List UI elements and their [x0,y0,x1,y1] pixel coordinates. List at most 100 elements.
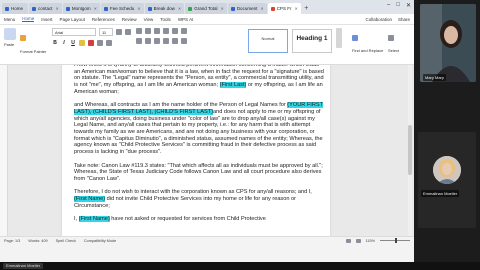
highlight-icon[interactable] [79,40,85,46]
web-layout-icon[interactable] [355,238,361,243]
bullets-icon[interactable] [136,28,142,34]
styles-more [336,28,342,53]
document-paragraph[interactable]: Take note: Canon Law #119.3 states: "Tha… [74,163,324,183]
line-spacing-icon[interactable] [172,38,178,44]
style-normal[interactable]: Normal [248,29,288,53]
status-bar: Page: 1/3 Words: 409 Spell Check Compati… [0,236,414,244]
justify-icon[interactable] [163,38,169,44]
tab-break-down[interactable]: Break dow ✕ [144,3,185,14]
paragraph-text: have not asked or requested for services… [109,216,266,223]
menu-tools[interactable]: Tools [160,17,171,22]
home-icon [5,6,9,11]
increase-indent-icon[interactable] [163,28,169,34]
doc-icon [65,6,70,11]
paste-label: Paste [4,42,15,47]
superscript-icon[interactable] [106,40,112,46]
menu-insert[interactable]: Insert [41,17,52,22]
paragraph-text: and does not apply to me or my offspring… [74,108,323,156]
share-button[interactable]: Share [398,17,410,22]
paragraph-text: Take note: Canon Law #119.3 states: "Tha… [74,162,323,182]
select-icon[interactable] [388,35,394,41]
menu-main[interactable]: Menu [4,17,15,22]
maximize-icon[interactable]: □ [396,2,400,9]
menu-home[interactable]: Home [22,16,35,22]
pdf-icon [270,6,275,11]
close-icon[interactable]: ✕ [56,6,59,11]
tab-montgom[interactable]: Montgom ✕ [62,3,100,14]
show-marks-icon[interactable] [181,28,187,34]
align-right-icon[interactable] [154,38,160,44]
menu-view[interactable]: View [144,17,154,22]
document-paragraph[interactable]: I now know it is tyranny to arbitrarily … [74,65,324,96]
close-icon[interactable]: ✕ [260,6,263,11]
avatar-name-label: Emmalinan Moeller [421,190,460,197]
participant-video-tile[interactable]: Mary Mary [420,4,476,82]
doc-icon [32,6,36,11]
align-left-icon[interactable] [136,38,142,44]
font-size-select[interactable]: 11 [99,28,113,36]
tab-home[interactable]: Home [2,3,28,14]
page-count[interactable]: Page: 1/3 [4,239,20,243]
close-icon[interactable]: ✕ [178,6,181,11]
zoom-slider-knob[interactable] [395,238,397,243]
close-icon[interactable]: ✕ [94,6,97,11]
bold-button[interactable]: B [52,40,58,46]
tab-document[interactable]: Document ✕ [227,3,267,14]
style-heading-1[interactable]: Heading 1 [292,29,332,53]
document-paragraph[interactable]: and Whereas, all contracts as I am the n… [74,102,324,156]
italic-button[interactable]: I [61,40,67,46]
close-window-icon[interactable]: ✕ [406,2,411,9]
numbering-icon[interactable] [145,28,151,34]
tab-cps-fr[interactable]: CPS Fr ✕ [267,3,301,14]
tab-grand-total[interactable]: Grand Total ✕ [185,3,227,14]
sheet-icon [188,6,193,11]
styles-expand-icon[interactable] [336,28,342,48]
word-processor-window: Home contact ✕ Montgom ✕ Fee Schedu ✕ Br… [0,0,414,262]
document-page[interactable]: I now know it is tyranny to arbitrarily … [62,65,330,236]
doc-icon [147,6,152,11]
shrink-font-icon[interactable] [125,29,131,35]
scrollbar-thumb[interactable] [408,125,412,175]
new-tab-button[interactable]: + [302,4,311,14]
find-replace-icon[interactable] [352,35,358,41]
select-label[interactable]: Select [388,48,399,53]
zoom-slider[interactable] [380,238,410,243]
word-count[interactable]: Words: 409 [28,239,47,243]
document-body[interactable]: I now know it is tyranny to arbitrarily … [74,65,324,230]
participant-avatar-tile[interactable]: Emmalinan Moeller [418,132,476,228]
font-color-icon[interactable] [88,40,94,46]
meeting-bar: Emmalinan Moeller [0,262,480,270]
document-paragraph[interactable]: Therefore, I do not wish to interact wit… [74,189,324,209]
document-paragraph[interactable]: I, (First Name) have not asked or reques… [74,216,324,223]
grow-font-icon[interactable] [116,29,122,35]
print-layout-icon[interactable] [345,238,351,243]
collaboration-button[interactable]: Collaboration [365,17,392,22]
close-icon[interactable]: ✕ [220,6,223,11]
shading-icon[interactable] [181,38,187,44]
document-tab-bar: Home contact ✕ Montgom ✕ Fee Schedu ✕ Br… [0,0,414,14]
format-painter-label[interactable]: Format Painter [20,49,48,54]
strikethrough-icon[interactable] [97,40,103,46]
tab-contact[interactable]: contact ✕ [29,3,62,14]
decrease-indent-icon[interactable] [154,28,160,34]
menu-page-layout[interactable]: Page Layout [60,17,85,22]
tab-fee-schedule[interactable]: Fee Schedu ✕ [101,3,144,14]
close-icon[interactable]: ✕ [294,6,297,11]
format-painter-icon[interactable] [20,35,26,41]
align-center-icon[interactable] [145,38,151,44]
minimize-icon[interactable]: – [387,2,390,9]
doc-icon [104,6,108,11]
find-replace-label[interactable]: Find and Replace [352,48,386,53]
menu-references[interactable]: References [92,17,115,22]
font-name-select[interactable]: Arial [52,28,96,36]
close-icon[interactable]: ✕ [137,6,140,11]
paste-icon[interactable] [4,28,16,40]
menu-review[interactable]: Review [122,17,137,22]
sort-icon[interactable] [172,28,178,34]
window-controls: – □ ✕ [387,2,411,9]
zoom-level[interactable]: 115% [366,239,375,243]
screen: Home contact ✕ Montgom ✕ Fee Schedu ✕ Br… [0,0,480,270]
spell-check-status[interactable]: Spell Check [56,239,76,243]
underline-button[interactable]: U [70,40,76,46]
menu-wps-ai[interactable]: WPS AI [178,17,194,22]
